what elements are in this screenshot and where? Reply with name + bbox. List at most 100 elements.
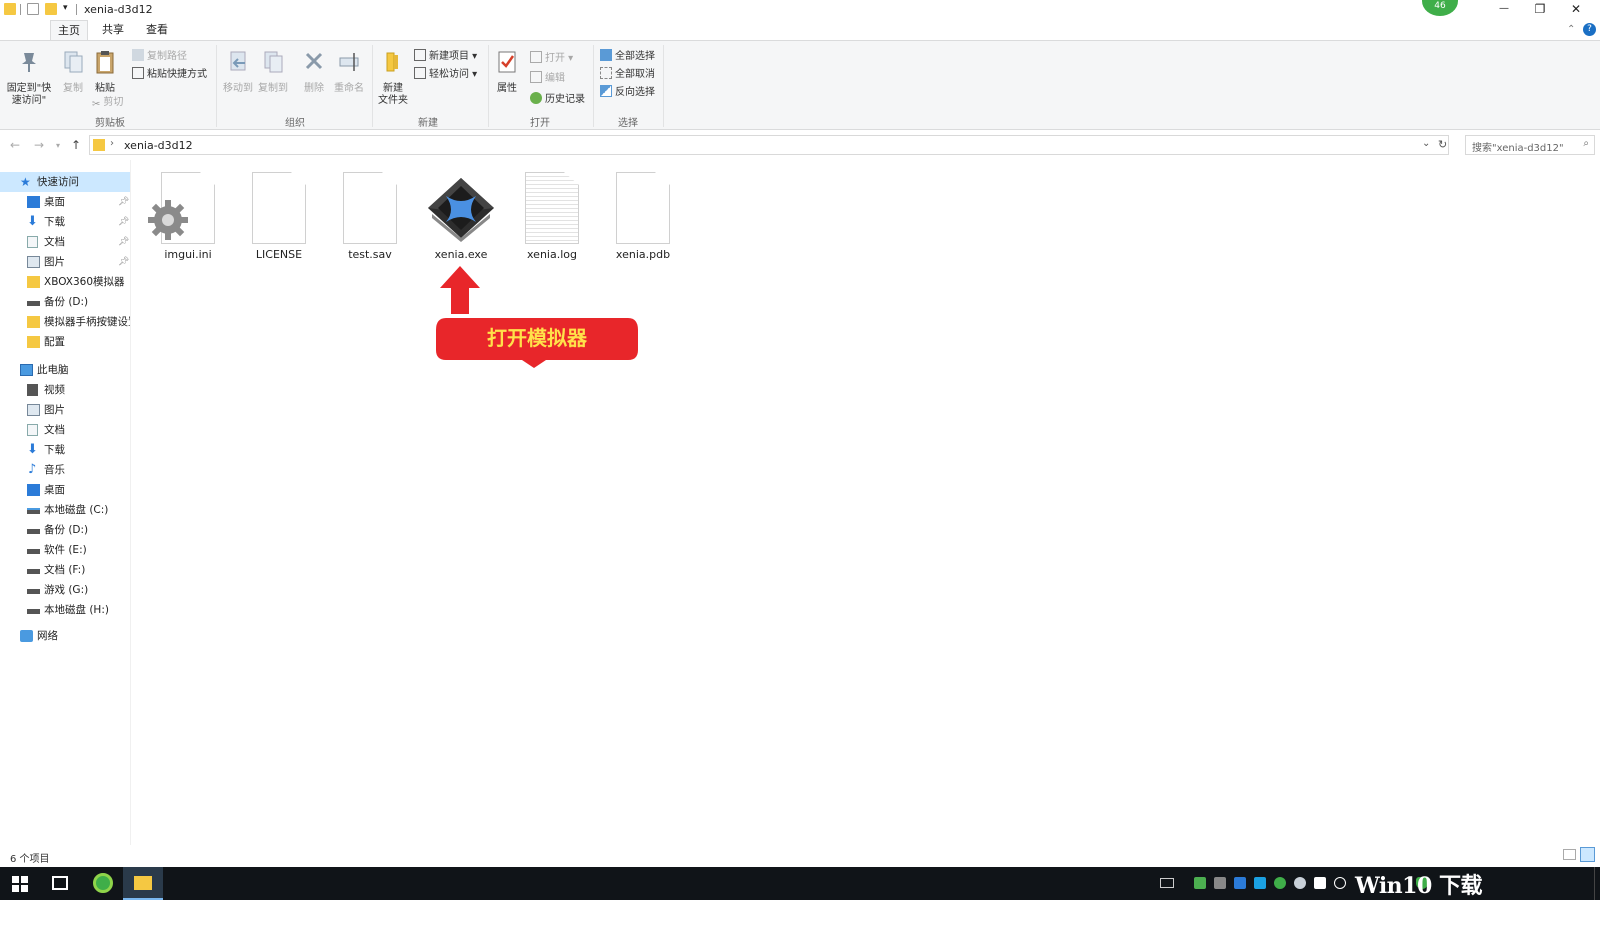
recent-dropdown-icon[interactable]: ▾ xyxy=(56,141,60,150)
back-arrow-icon[interactable]: ← xyxy=(10,138,20,152)
breadcrumb-current[interactable]: xenia-d3d12 xyxy=(124,139,193,152)
keyboard-tray-icon[interactable] xyxy=(1160,878,1174,888)
nav-item-drive-e[interactable]: 软件 (E:) xyxy=(0,540,130,560)
tab-view[interactable]: 查看 xyxy=(140,20,174,40)
tray-app-icon[interactable] xyxy=(1314,877,1326,889)
file-item[interactable]: xenia.pdb xyxy=(603,172,683,261)
tray-app-icon[interactable] xyxy=(1274,877,1286,889)
windows-start-icon[interactable] xyxy=(12,876,28,892)
nav-item-label: 备份 (D:) xyxy=(44,296,89,308)
nav-item-pc-desktop[interactable]: 桌面 xyxy=(0,480,130,500)
blank-file-icon xyxy=(616,172,670,244)
tray-app-icon[interactable] xyxy=(1334,877,1346,889)
new-item-button[interactable]: 新建项目 ▾ xyxy=(414,47,477,62)
file-item[interactable]: xenia.log xyxy=(512,172,592,261)
nav-item-drive-c[interactable]: 本地磁盘 (C:) xyxy=(0,500,130,520)
address-input[interactable]: › xenia-d3d12 ⌄ ↻ xyxy=(89,135,1449,155)
nav-item-pc-documents[interactable]: 文档 xyxy=(0,420,130,440)
tray-app-icon[interactable] xyxy=(1194,877,1206,889)
details-view-icon[interactable] xyxy=(1563,849,1576,860)
nav-item-pictures[interactable]: 图片 📌︎ xyxy=(0,252,130,272)
large-icons-view-icon[interactable] xyxy=(1580,847,1595,862)
copy-to-button[interactable]: 复制到 xyxy=(256,49,290,95)
nav-item-pc-downloads[interactable]: ⬇ 下载 xyxy=(0,440,130,460)
tray-app-icon[interactable] xyxy=(1254,877,1266,889)
new-folder-icon[interactable] xyxy=(45,3,57,15)
cut-button[interactable]: ✂ 剪切 xyxy=(92,93,123,111)
tray-app-icon[interactable] xyxy=(1214,877,1226,889)
select-none-button[interactable]: 全部取消 xyxy=(600,65,655,80)
easy-access-button[interactable]: 轻松访问 ▾ xyxy=(414,65,477,80)
pane-divider[interactable] xyxy=(130,160,131,845)
steam-tray-icon[interactable] xyxy=(1294,877,1306,889)
minimize-button[interactable]: — xyxy=(1486,0,1522,20)
search-input[interactable]: 搜索"xenia-d3d12" ⌕ xyxy=(1465,135,1595,155)
maximize-button[interactable]: ❐ xyxy=(1522,0,1558,20)
browser-taskbar-icon[interactable] xyxy=(93,873,113,893)
edit-button[interactable]: 编辑 xyxy=(530,69,565,84)
task-view-icon[interactable] xyxy=(52,876,68,890)
file-name: test.sav xyxy=(348,248,392,261)
nav-item-documents[interactable]: 文档 📌︎ xyxy=(0,232,130,252)
nav-item-label: XBOX360模拟器 xyxy=(44,276,125,288)
nav-item-pc-pictures[interactable]: 图片 xyxy=(0,400,130,420)
paste-shortcut-button[interactable]: 粘贴快捷方式 xyxy=(132,65,207,80)
pin-quick-access-button[interactable]: 固定到"快速访问" xyxy=(4,49,54,107)
address-dropdown-icon[interactable]: ⌄ xyxy=(1422,138,1430,149)
select-all-button[interactable]: 全部选择 xyxy=(600,47,655,62)
tab-home[interactable]: 主页 xyxy=(50,20,88,40)
open-group-label: 打开 xyxy=(530,118,550,129)
nav-item-label: 本地磁盘 (H:) xyxy=(44,604,109,616)
file-item[interactable]: imgui.ini xyxy=(148,172,228,261)
history-button[interactable]: 历史记录 xyxy=(530,90,585,105)
open-button[interactable]: 打开 ▾ xyxy=(530,49,573,64)
easy-access-label: 轻松访问 xyxy=(429,69,469,80)
copy-button[interactable]: 复制 xyxy=(58,49,88,95)
navigation-pane[interactable]: ★ 快速访问 桌面 📌︎ ⬇ 下载 📌︎ 文档 📌︎ 图片 📌︎ XBOX360… xyxy=(0,172,130,847)
invert-selection-button[interactable]: 反向选择 xyxy=(600,83,655,98)
nav-item-controller-config[interactable]: 模拟器手柄按键设置 xyxy=(0,312,130,332)
new-folder-button[interactable]: 新建 文件夹 xyxy=(376,49,410,107)
nav-item-music[interactable]: ♪ 音乐 xyxy=(0,460,130,480)
properties-check-icon[interactable] xyxy=(27,3,39,15)
nav-item-drive-d[interactable]: 备份 (D:) xyxy=(0,520,130,540)
file-item[interactable]: test.sav xyxy=(330,172,410,261)
blank-file-icon xyxy=(343,172,397,244)
window-title: xenia-d3d12 xyxy=(84,3,153,16)
search-icon[interactable]: ⌕ xyxy=(1583,138,1589,149)
nav-item-drive-g[interactable]: 游戏 (G:) xyxy=(0,580,130,600)
nav-network[interactable]: 网络 xyxy=(0,626,130,646)
rename-button[interactable]: 重命名 xyxy=(332,49,366,95)
breadcrumb-chevron-icon[interactable]: › xyxy=(110,138,114,149)
refresh-icon[interactable]: ↻ xyxy=(1438,138,1447,151)
up-arrow-icon[interactable]: ↑ xyxy=(71,138,81,152)
tab-share[interactable]: 共享 xyxy=(96,20,130,40)
forward-arrow-icon[interactable]: → xyxy=(34,138,44,152)
properties-button[interactable]: 属性 xyxy=(492,49,522,95)
collapse-ribbon-icon[interactable]: ⌃ xyxy=(1567,24,1575,35)
nav-item-xbox360[interactable]: XBOX360模拟器 xyxy=(0,272,130,292)
qat-dropdown-icon[interactable]: ▾ xyxy=(63,3,68,13)
nav-item-drive-h[interactable]: 本地磁盘 (H:) xyxy=(0,600,130,620)
nav-item-videos[interactable]: 视频 xyxy=(0,380,130,400)
tray-app-icon[interactable] xyxy=(1234,877,1246,889)
nav-item-downloads[interactable]: ⬇ 下载 📌︎ xyxy=(0,212,130,232)
notification-badge[interactable]: 46 xyxy=(1422,0,1458,16)
file-item[interactable]: xenia.exe xyxy=(421,172,501,261)
move-to-button[interactable]: 移动到 xyxy=(221,49,255,95)
file-item[interactable]: LICENSE xyxy=(239,172,319,261)
nav-quick-access[interactable]: ★ 快速访问 xyxy=(0,172,130,192)
help-icon[interactable]: ? xyxy=(1583,23,1596,36)
file-explorer-taskbar-icon[interactable] xyxy=(123,867,163,900)
nav-item-backup-d[interactable]: 备份 (D:) xyxy=(0,292,130,312)
delete-button[interactable]: 删除 xyxy=(299,49,329,95)
nav-item-desktop[interactable]: 桌面 📌︎ xyxy=(0,192,130,212)
copy-path-button[interactable]: 复制路径 xyxy=(132,47,187,62)
paste-button[interactable]: 粘贴 xyxy=(90,49,120,95)
close-button[interactable]: ✕ xyxy=(1558,0,1594,20)
nav-this-pc[interactable]: 此电脑 xyxy=(0,360,130,380)
nav-item-config[interactable]: 配置 xyxy=(0,332,130,352)
nav-quick-access-label: 快速访问 xyxy=(37,176,79,188)
nav-item-drive-f[interactable]: 文档 (F:) xyxy=(0,560,130,580)
drive-icon xyxy=(27,609,40,614)
